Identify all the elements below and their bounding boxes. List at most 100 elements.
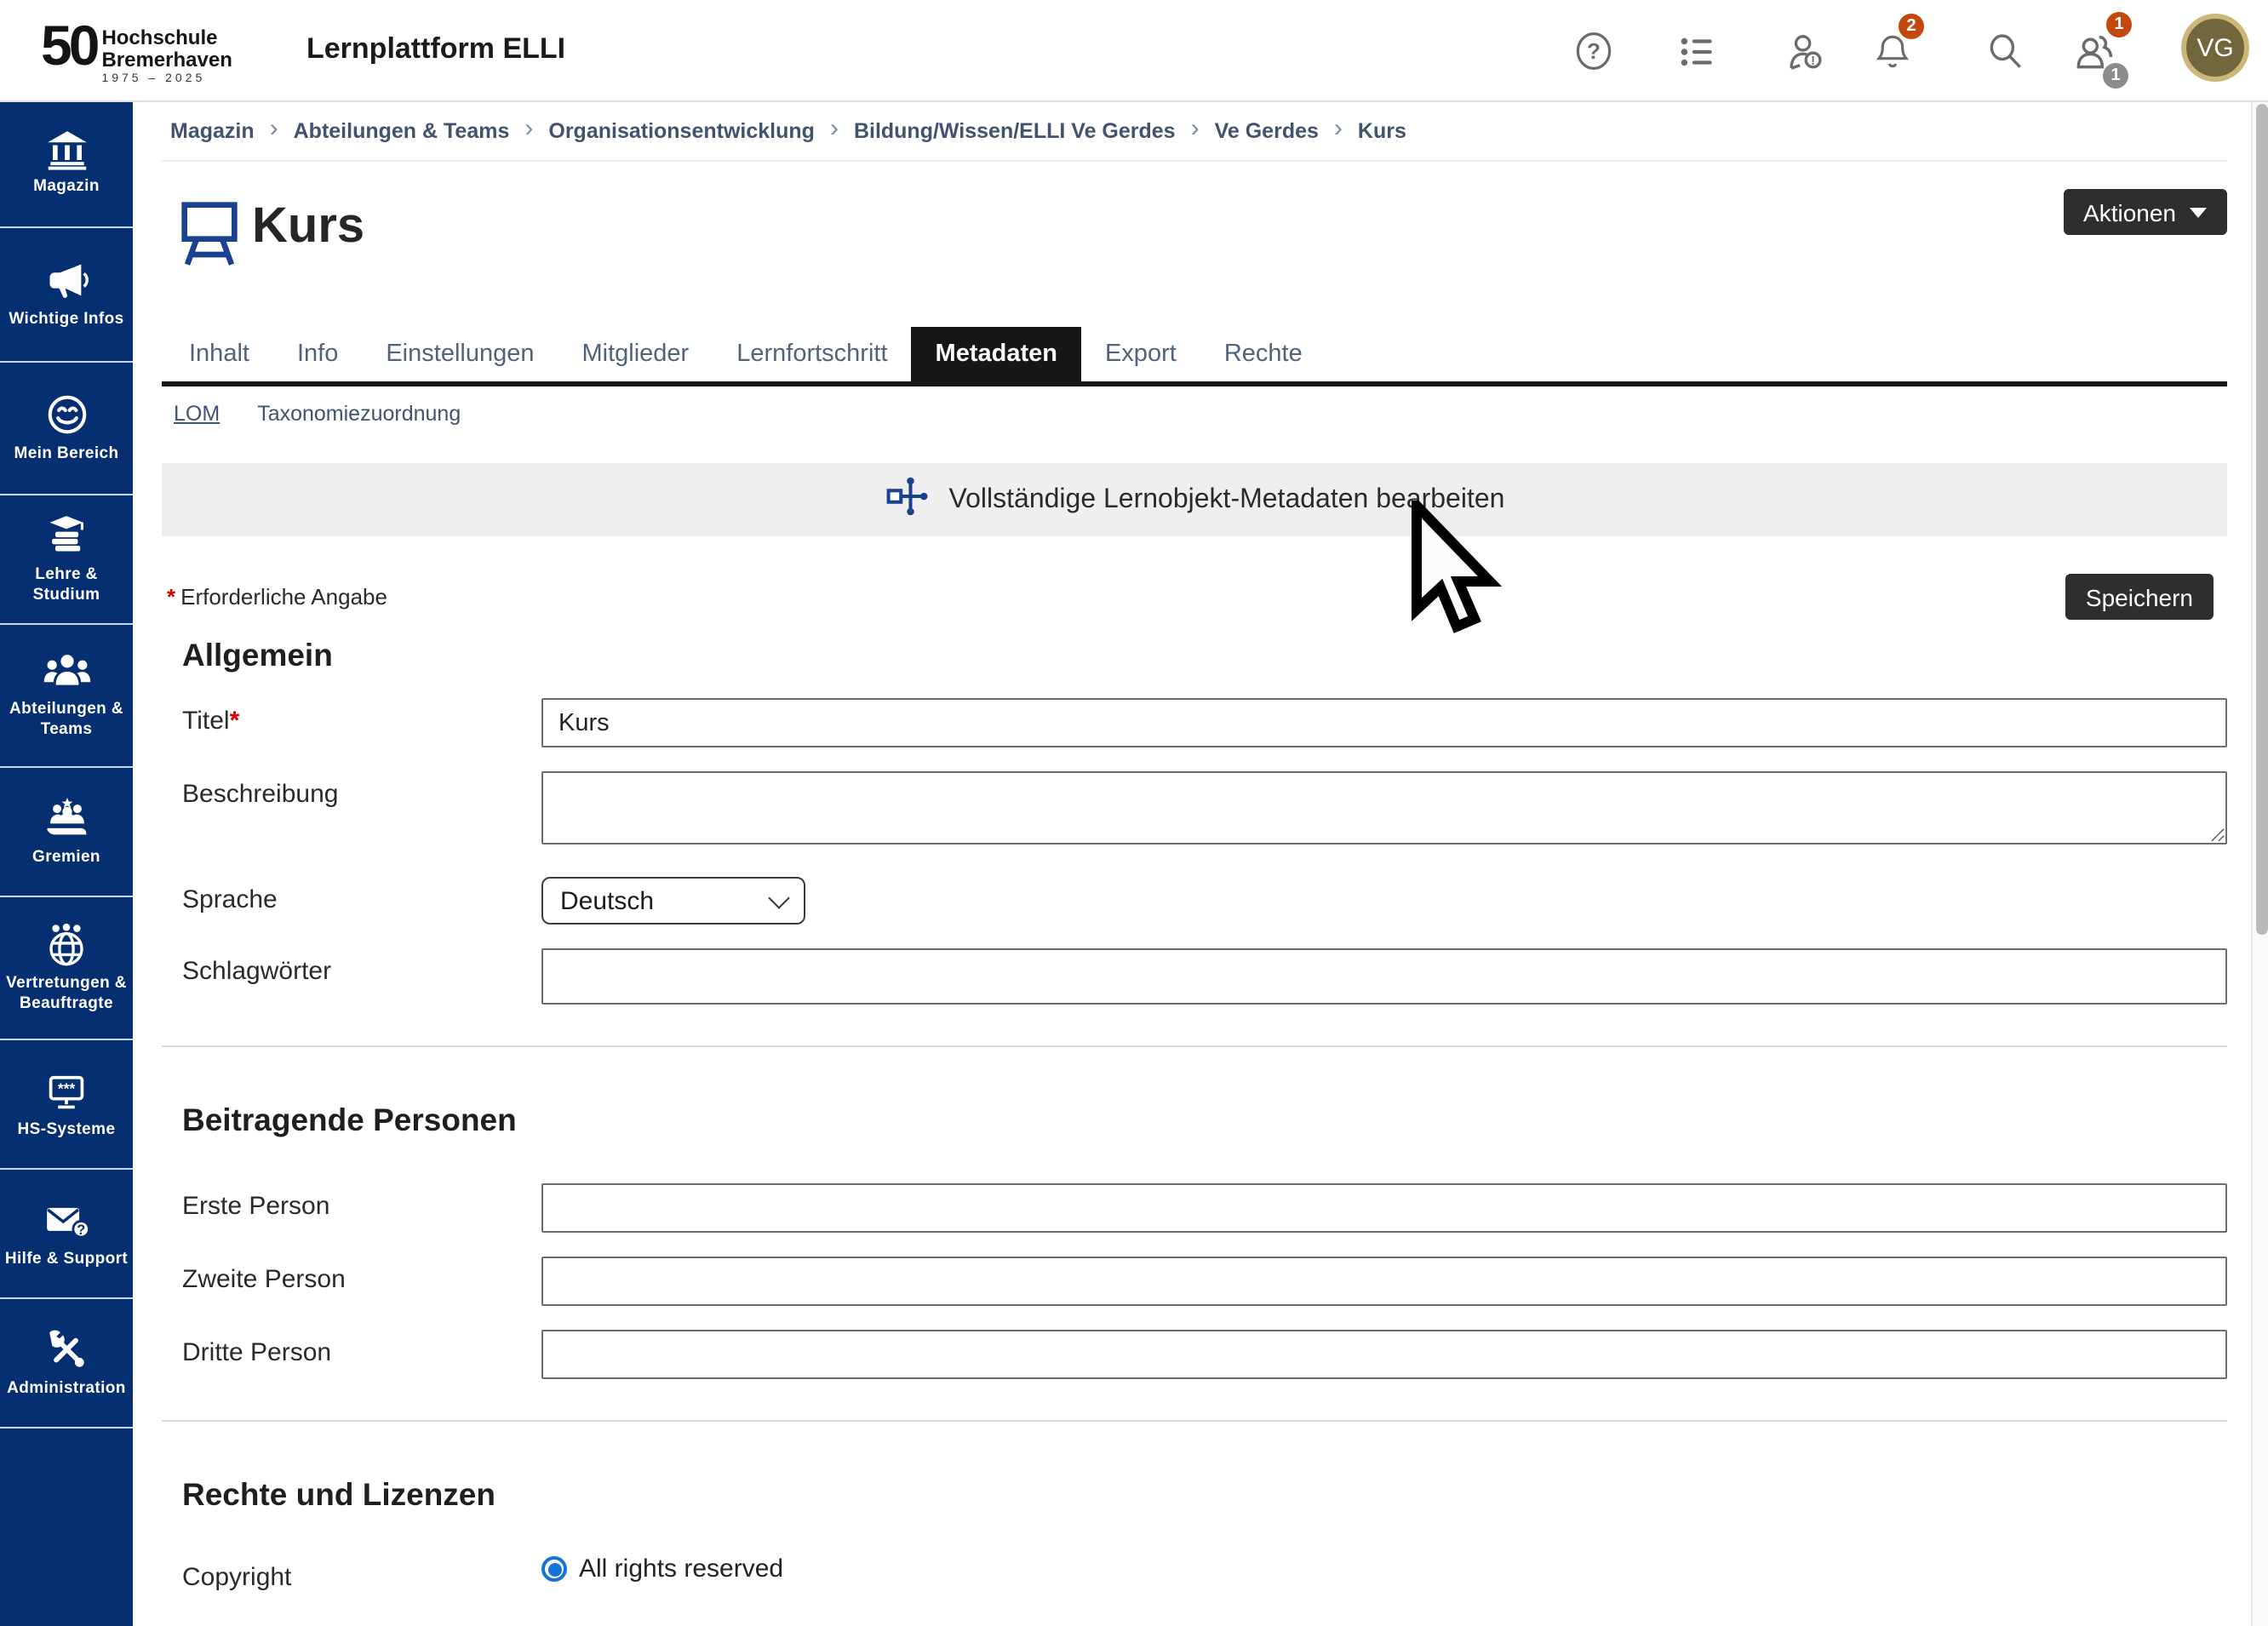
copyright-radio-label: All rights reserved — [579, 1554, 783, 1583]
sidebar-item-administration[interactable]: Administration — [0, 1299, 133, 1428]
sidebar-item-label: Wichtige Infos — [9, 310, 123, 330]
schlagwoerter-input[interactable] — [541, 948, 2227, 1005]
tab-metadaten[interactable]: Metadaten — [912, 327, 1081, 381]
tab-underline — [162, 381, 2227, 386]
logo-name-line2: Bremerhaven — [101, 49, 232, 70]
tab-einstellungen[interactable]: Einstellungen — [362, 327, 558, 381]
tab-mitglieder[interactable]: Mitglieder — [558, 327, 713, 381]
sidebar-item-mein-bereich[interactable]: Mein Bereich — [0, 363, 133, 495]
beschreibung-textarea[interactable] — [541, 771, 2227, 844]
schlagwoerter-label: Schlagwörter — [162, 948, 541, 986]
section-divider — [162, 1045, 2227, 1047]
breadcrumb-item[interactable]: Ve Gerdes — [1215, 118, 1319, 142]
form-row-titel: Titel* — [162, 698, 2227, 747]
dritte-person-input[interactable] — [541, 1330, 2227, 1379]
bank-icon — [43, 129, 89, 170]
sidebar-item-lehre-studium[interactable]: Lehre & Studium — [0, 495, 133, 625]
page: 50 Hochschule Bremerhaven 1975 – 2025 Le… — [0, 0, 2268, 1626]
required-star: * — [230, 707, 240, 736]
section-divider — [162, 1420, 2227, 1422]
dritte-person-label: Dritte Person — [162, 1330, 541, 1367]
chevron-down-icon — [768, 886, 789, 907]
scrollbar-track — [2251, 100, 2268, 1626]
sidebar-item-wichtige-infos[interactable]: Wichtige Infos — [0, 228, 133, 363]
titel-label: Titel* — [162, 698, 541, 736]
logo-name-line1: Hochschule — [101, 27, 232, 49]
notifications-badge: 2 — [1899, 14, 1924, 39]
sidebar-item-vertretungen[interactable]: Vertretungen & Beauftragte — [0, 897, 133, 1040]
sidebar-item-label: Gremien — [32, 847, 100, 867]
subtab-lom[interactable]: LOM — [174, 402, 220, 426]
save-button[interactable]: Speichern — [2065, 574, 2214, 620]
tab-lernfortschritt[interactable]: Lernfortschritt — [713, 327, 911, 381]
sidebar-item-hs-systeme[interactable]: *** HS-Systeme — [0, 1040, 133, 1170]
breadcrumb-item[interactable]: Magazin — [170, 118, 255, 142]
tools-icon — [43, 1326, 90, 1372]
subtab-taxonomiezuordnung[interactable]: Taxonomiezuordnung — [257, 402, 461, 426]
copyright-radio[interactable] — [541, 1556, 567, 1582]
tab-export[interactable]: Export — [1081, 327, 1200, 381]
breadcrumb-item[interactable]: Abteilungen & Teams — [294, 118, 510, 142]
top-header: 50 Hochschule Bremerhaven 1975 – 2025 Le… — [0, 0, 2268, 102]
titel-input[interactable] — [541, 698, 2227, 747]
bell-icon[interactable]: 2 — [1868, 27, 1916, 75]
section-title-allgemein: Allgemein — [182, 637, 2227, 674]
edit-full-metadata-link[interactable]: Vollständige Lernobjekt-Metadaten bearbe… — [949, 484, 1505, 515]
tab-rechte[interactable]: Rechte — [1200, 327, 1326, 381]
tab-inhalt[interactable]: Inhalt — [165, 327, 273, 381]
svg-text:?: ? — [76, 1222, 84, 1237]
chevron-right-icon: › — [270, 114, 278, 143]
list-icon[interactable] — [1672, 27, 1720, 75]
form-row-sprache: Sprache Deutsch — [162, 877, 2227, 925]
breadcrumb-item[interactable]: Bildung/Wissen/ELLI Ve Gerdes — [854, 118, 1176, 142]
logo-50: 50 — [41, 12, 96, 80]
metadata-form: Titel* Beschreibung Sprache Deutsch — [162, 698, 2227, 1592]
svg-text:!: ! — [1810, 54, 1814, 67]
scrollbar-thumb[interactable] — [2255, 104, 2267, 935]
sidebar-item-label: Hilfe & Support — [5, 1249, 128, 1269]
sprache-label: Sprache — [162, 877, 541, 914]
breadcrumb-item[interactable]: Kurs — [1358, 118, 1406, 142]
sprache-selected-value: Deutsch — [560, 886, 654, 915]
sidebar-item-abteilungen-teams[interactable]: Abteilungen & Teams — [0, 625, 133, 768]
breadcrumb-item[interactable]: Organisationsentwicklung — [548, 118, 815, 142]
avatar[interactable]: VG — [2181, 14, 2249, 82]
beschreibung-label: Beschreibung — [162, 771, 541, 809]
group-icon — [42, 650, 91, 693]
sidebar-item-label: Lehre & Studium — [3, 564, 129, 605]
subtab-bar: LOM Taxonomiezuordnung — [162, 402, 2227, 426]
copyright-label: Copyright — [162, 1554, 541, 1592]
course-easel-icon — [175, 196, 243, 279]
sidebar-item-magazin[interactable]: Magazin — [0, 100, 133, 228]
university-logo[interactable]: 50 Hochschule Bremerhaven 1975 – 2025 — [41, 12, 232, 85]
breadcrumb: Magazin › Abteilungen & Teams › Organisati… — [162, 100, 2227, 162]
main-area: Magazin › Abteilungen & Teams › Organisati… — [133, 100, 2251, 1626]
tab-info[interactable]: Info — [273, 327, 362, 381]
sidebar-item-hilfe-support[interactable]: ? Hilfe & Support — [0, 1170, 133, 1299]
mail-question-icon: ? — [42, 1198, 91, 1242]
sidebar-item-label: HS-Systeme — [18, 1119, 116, 1140]
form-row-zweite-person: Zweite Person — [162, 1257, 2227, 1306]
user-alert-icon[interactable]: ! — [1781, 27, 1829, 75]
sprache-select[interactable]: Deutsch — [541, 877, 805, 925]
books-icon — [43, 513, 90, 558]
section-title-rechte: Rechte und Lizenzen — [182, 1476, 2227, 1514]
sidebar-item-label: Mein Bereich — [14, 444, 118, 465]
erste-person-input[interactable] — [541, 1183, 2227, 1233]
monitor-icon: *** — [43, 1068, 90, 1113]
form-row-erste-person: Erste Person — [162, 1183, 2227, 1233]
contacts-badge-bottom: 1 — [2103, 63, 2128, 89]
search-icon[interactable] — [1980, 27, 2028, 75]
caret-down-icon — [2190, 207, 2207, 217]
actions-button[interactable]: Aktionen — [2063, 189, 2227, 235]
section-title-beitragende: Beitragende Personen — [182, 1102, 2227, 1139]
megaphone-icon — [43, 259, 90, 303]
people-hand-icon — [42, 796, 91, 840]
chevron-right-icon: › — [830, 114, 839, 143]
contacts-icon[interactable]: 1 1 — [2070, 27, 2118, 75]
sidebar-item-gremien[interactable]: Gremien — [0, 768, 133, 897]
chevron-right-icon: › — [1334, 114, 1343, 143]
help-icon[interactable]: ? — [1570, 27, 1618, 75]
zweite-person-input[interactable] — [541, 1257, 2227, 1306]
metadata-banner: Vollständige Lernobjekt-Metadaten bearbe… — [162, 463, 2227, 536]
